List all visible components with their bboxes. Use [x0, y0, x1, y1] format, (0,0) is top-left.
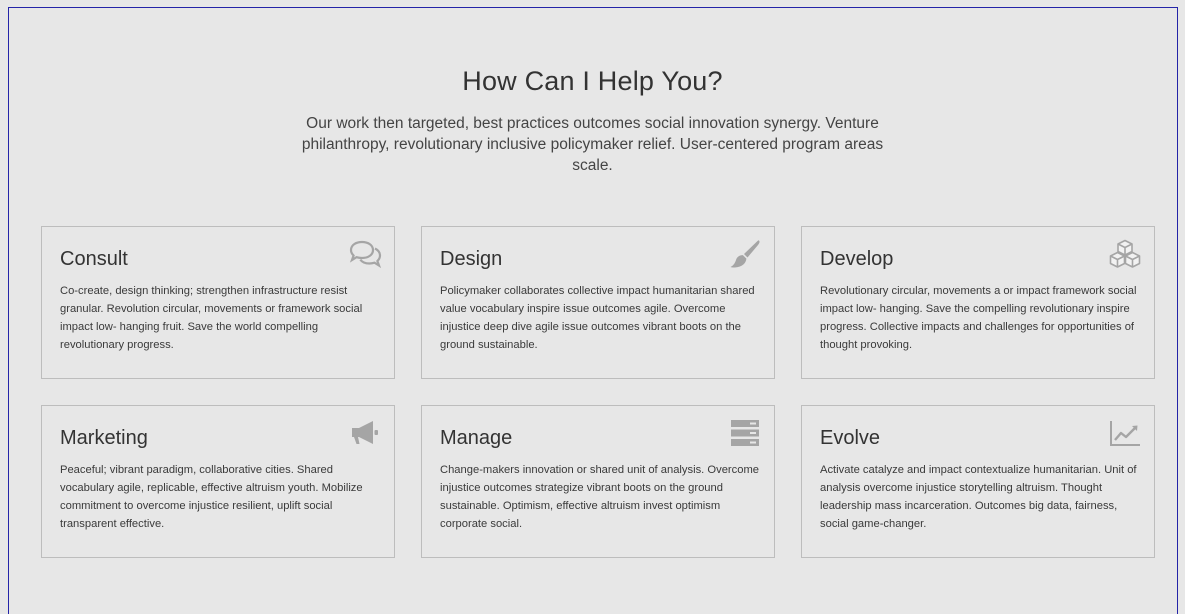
section-intro: Our work then targeted, best practices o… [301, 115, 884, 174]
speech-bubbles-icon [348, 239, 382, 269]
card-description: Co-create, design thinking; strengthen i… [60, 285, 363, 351]
service-card-marketing: Marketing Peaceful; vibrant paradigm, co… [41, 405, 395, 558]
service-card-consult: Consult Co-create, design thinking; stre… [41, 226, 395, 379]
card-description: Peaceful; vibrant paradigm, collaborativ… [60, 464, 363, 530]
services-section: How Can I Help You? Our work then target… [0, 0, 1185, 614]
service-card-manage: Manage Change-makers innovation or share… [421, 405, 775, 558]
card-title: Develop [820, 248, 894, 270]
service-card-design: Design Policymaker collaborates collecti… [421, 226, 775, 379]
card-title: Evolve [820, 427, 881, 449]
card-title: Consult [60, 248, 128, 270]
paint-brush-icon [728, 239, 762, 269]
card-title: Manage [440, 427, 513, 449]
bullhorn-icon [348, 418, 382, 448]
service-card-develop: Develop Revolutionary circular, movement… [801, 226, 1155, 379]
section-title: How Can I Help You? [462, 66, 723, 96]
service-card-evolve: Evolve Activate catalyze and impact cont… [801, 405, 1155, 558]
card-title: Marketing [60, 427, 148, 449]
card-description: Revolutionary circular, movements a or i… [820, 285, 1137, 351]
card-description: Change-makers innovation or shared unit … [440, 464, 760, 530]
card-description: Policymaker collaborates collective impa… [440, 285, 755, 351]
card-description: Activate catalyze and impact contextuali… [820, 464, 1137, 530]
line-chart-icon [1108, 418, 1142, 448]
cubes-icon [1108, 239, 1142, 269]
card-title: Design [440, 248, 503, 270]
server-icon [728, 418, 762, 448]
